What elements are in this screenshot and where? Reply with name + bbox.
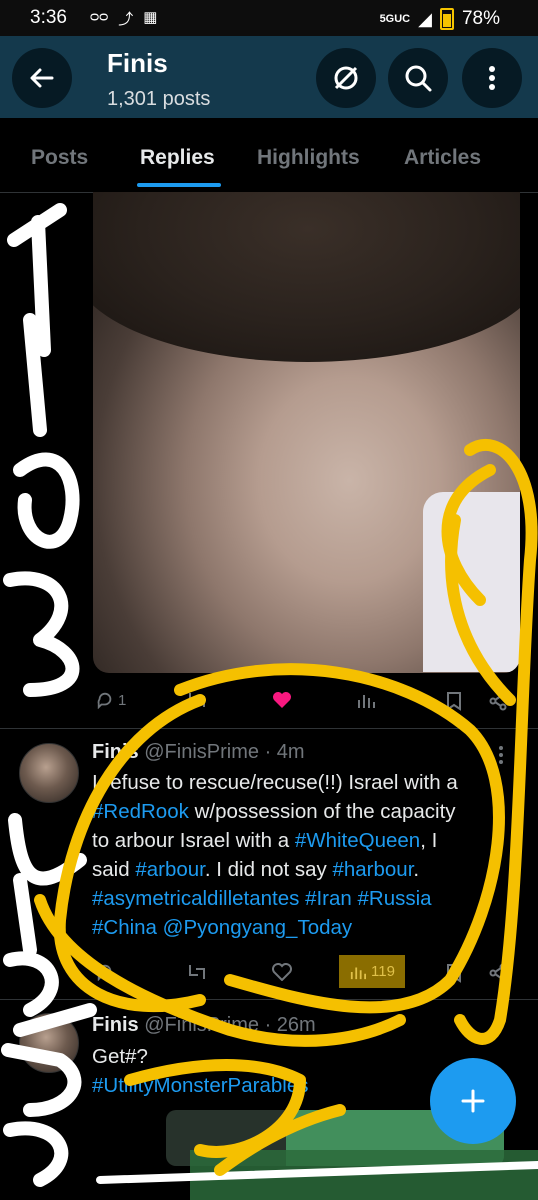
post1-like-button[interactable] (272, 691, 292, 709)
post1-reply-button[interactable]: 1 (96, 691, 126, 709)
post2-header: Finis @FinisPrime · 4m (92, 741, 305, 764)
tab-replies[interactable]: Replies (140, 146, 215, 170)
calendar-icon: ▦ (143, 9, 158, 26)
post1-repost-button[interactable] (186, 691, 208, 709)
reply-icon (97, 964, 112, 981)
plus-icon (461, 1089, 485, 1113)
post1-actions: 1 (0, 683, 538, 723)
back-arrow-icon (30, 68, 54, 88)
voicemail-icon: ᴑᴑ (90, 8, 109, 25)
photo-background-light (423, 492, 520, 672)
hashtag-link[interactable]: #arbour (135, 858, 205, 881)
post1-share-button[interactable] (488, 691, 508, 711)
views-icon (350, 967, 366, 979)
post-time: · 26m (264, 1014, 316, 1036)
heart-filled-icon (273, 692, 291, 708)
hashtag-link[interactable]: #harbour (332, 858, 413, 881)
white-scribble (3, 571, 80, 697)
tab-posts[interactable]: Posts (31, 146, 88, 170)
search-button[interactable] (388, 48, 448, 108)
post2-line2-text: w/possession of the capacity (188, 800, 456, 823)
views-count: 119 (371, 963, 395, 980)
reply-icon (97, 692, 112, 709)
author-name[interactable]: Finis (92, 741, 139, 763)
post2-reply-button[interactable] (96, 963, 114, 981)
post2-actions: 119 (0, 955, 538, 995)
author-name[interactable]: Finis (92, 1014, 139, 1036)
profile-name: Finis (107, 48, 168, 78)
post2-share-button[interactable] (488, 963, 508, 983)
post2-line3-end: , I (420, 829, 438, 852)
hashtag-link[interactable]: #RedRook (92, 800, 189, 823)
search-icon (405, 65, 432, 92)
post2-more-button[interactable] (496, 744, 506, 771)
post-count: 1,301 posts (107, 88, 211, 110)
status-bar: 3:36 ᴑᴑ ⤴ ▦ 5GUC ◢ 78% (0, 0, 538, 36)
hashtag-line[interactable]: #asymetricaldilletantes #Iran #Russia (92, 884, 538, 913)
clock: 3:36 (30, 7, 67, 28)
author-handle[interactable]: @FinisPrime (144, 741, 259, 763)
avatar[interactable] (19, 1013, 79, 1073)
hashtag-link[interactable]: #WhiteQueen (295, 829, 420, 852)
back-button[interactable] (12, 48, 72, 108)
post2-text: I refuse to rescue/recuse(!!) Israel wit… (92, 768, 538, 942)
bookmark-icon (447, 964, 461, 983)
post-image[interactable] (93, 192, 520, 673)
battery-icon (439, 8, 454, 30)
grok-button[interactable] (316, 48, 376, 108)
photo-hair-region (93, 192, 520, 362)
post-time: · 4m (264, 741, 305, 763)
post1-views-button[interactable] (356, 691, 376, 709)
battery-percent: 78% (461, 8, 500, 29)
repost-icon (189, 965, 205, 979)
author-handle[interactable]: @FinisPrime (144, 1014, 259, 1036)
green-scribble (190, 1150, 538, 1200)
reply-count: 1 (118, 691, 127, 709)
white-scribble (23, 313, 47, 437)
white-scribble (13, 452, 80, 549)
post3-header: Finis @FinisPrime · 26m (92, 1014, 316, 1037)
post-divider (0, 728, 538, 729)
share-icon (489, 963, 507, 983)
white-scribble (8, 813, 87, 957)
bookmark-icon (447, 692, 461, 711)
avatar[interactable] (19, 743, 79, 803)
grok-icon (334, 66, 358, 90)
white-scribble (7, 203, 67, 357)
views-icon (358, 695, 375, 708)
more-options-button[interactable] (462, 48, 522, 108)
hashtag-line[interactable]: #China @Pyongyang_Today (92, 913, 538, 942)
post1-bookmark-button[interactable] (446, 691, 462, 711)
post2-repost-button[interactable] (186, 963, 208, 981)
post-divider (0, 999, 538, 1000)
post2-line1: I refuse to rescue/recuse(!!) Israel wit… (92, 771, 458, 794)
post2-line4-mid: . I did not say (204, 858, 333, 881)
more-vertical-icon (499, 746, 503, 764)
tab-highlights[interactable]: Highlights (257, 146, 360, 170)
more-vertical-icon (489, 66, 495, 90)
repost-icon (189, 693, 205, 707)
active-tab-indicator (137, 183, 221, 187)
post2-line4-end: . (413, 858, 420, 881)
post2-like-button[interactable] (272, 963, 292, 981)
profile-tabs: Posts Replies Highlights Articles (0, 120, 538, 193)
tab-articles[interactable]: Articles (404, 146, 481, 170)
profile-header (0, 36, 538, 118)
post2-bookmark-button[interactable] (446, 963, 462, 983)
missed-call-icon: ⤴ (118, 11, 134, 28)
share-icon (489, 691, 507, 711)
post2-line3-text: to arbour Israel with a (92, 829, 295, 852)
compose-button[interactable] (430, 1058, 516, 1144)
signal-icon: ◢ (418, 8, 432, 29)
post2-line4-text: said (92, 858, 136, 881)
network-label: 5GUC (379, 13, 411, 25)
post2-views-button[interactable]: 119 (339, 955, 405, 988)
heart-icon (272, 963, 292, 981)
